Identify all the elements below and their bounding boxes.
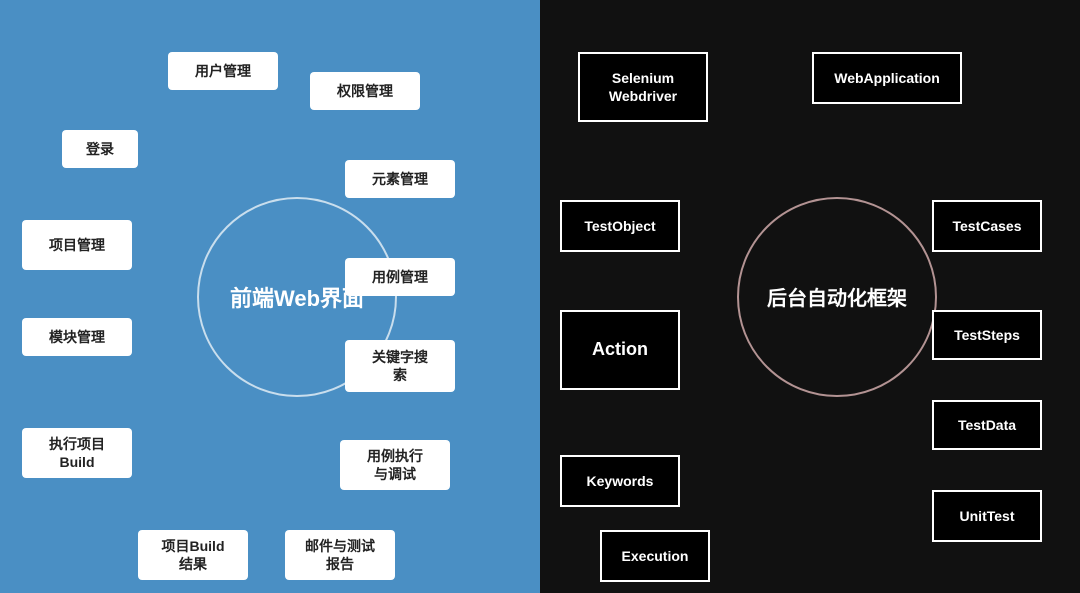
right-center-circle: 后台自动化框架 (737, 197, 937, 397)
node-user-mgmt: 用户管理 (168, 52, 278, 90)
node-auth-mgmt: 权限管理 (310, 72, 420, 110)
node-mail-test: 邮件与测试报告 (285, 530, 395, 580)
right-circle-label: 后台自动化框架 (767, 282, 907, 311)
node-proj-mgmt: 项目管理 (22, 220, 132, 270)
left-circle-label: 前端Web界面 (230, 281, 364, 313)
node-teststeps: TestSteps (932, 310, 1042, 360)
node-unittest: UnitTest (932, 490, 1042, 542)
node-proj-build-result: 项目Build结果 (138, 530, 248, 580)
node-case-exec: 用例执行与调试 (340, 440, 450, 490)
node-execution: Execution (600, 530, 710, 582)
left-panel: 前端Web界面 用户管理 权限管理 登录 元素管理 项目管理 用例管理 模块管理… (0, 0, 540, 593)
node-module-mgmt: 模块管理 (22, 318, 132, 356)
right-panel: 后台自动化框架 SeleniumWebdriver WebApplication… (540, 0, 1080, 593)
node-keywords: Keywords (560, 455, 680, 507)
node-action: Action (560, 310, 680, 390)
node-login: 登录 (62, 130, 138, 168)
node-testcases: TestCases (932, 200, 1042, 252)
node-selenium: SeleniumWebdriver (578, 52, 708, 122)
node-case-mgmt: 用例管理 (345, 258, 455, 296)
node-elem-mgmt: 元素管理 (345, 160, 455, 198)
node-testobj: TestObject (560, 200, 680, 252)
node-testdata: TestData (932, 400, 1042, 450)
node-exec-proj: 执行项目Build (22, 428, 132, 478)
node-webapp: WebApplication (812, 52, 962, 104)
node-keyword-search: 关键字搜索 (345, 340, 455, 392)
